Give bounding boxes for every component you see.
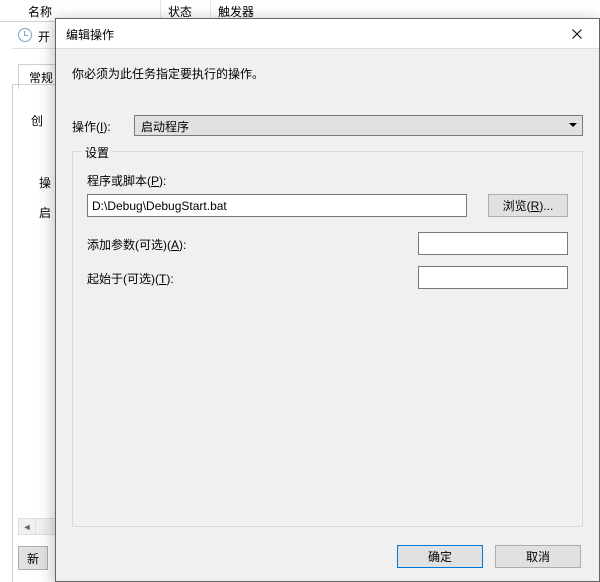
bg-label-create: 创 [31,112,43,129]
cancel-button[interactable]: 取消 [495,545,581,568]
bg-title-text: 开 [38,28,50,45]
scroll-left-icon[interactable]: ◄ [19,519,36,534]
instruction-text: 你必须为此任务指定要执行的操作。 [72,65,264,82]
settings-legend: 设置 [81,144,113,161]
column-name[interactable]: 名称 [28,3,52,20]
dialog-titlebar[interactable]: 编辑操作 [56,19,599,49]
startin-input[interactable] [418,266,568,289]
edit-action-dialog: 编辑操作 你必须为此任务指定要执行的操作。 操作(I): 启动程序 设置 程序或… [55,18,600,582]
action-label: 操作(I): [72,118,111,135]
ok-button[interactable]: 确定 [397,545,483,568]
bg-new-button[interactable]: 新 [18,546,48,570]
program-label: 程序或脚本(P): [87,172,166,189]
browse-button[interactable]: 浏览(R)... [488,194,568,217]
bg-label-op: 操 [39,174,51,191]
startin-label: 起始于(可选)(T): [87,270,174,287]
program-input[interactable] [87,194,467,217]
bg-label-start: 启 [39,204,51,221]
args-input[interactable] [418,232,568,255]
chevron-down-icon [569,123,577,127]
clock-icon [18,28,32,42]
action-combobox[interactable]: 启动程序 [134,115,583,136]
dialog-body: 你必须为此任务指定要执行的操作。 操作(I): 启动程序 设置 程序或脚本(P)… [56,49,599,537]
action-combobox-value: 启动程序 [141,118,189,135]
close-icon [572,29,582,39]
close-button[interactable] [554,19,599,48]
args-label: 添加参数(可选)(A): [87,236,186,253]
dialog-title: 编辑操作 [66,26,114,43]
action-row: 操作(I): 启动程序 [72,115,583,137]
dialog-footer: 确定 取消 [56,537,599,581]
settings-fieldset: 设置 程序或脚本(P): 浏览(R)... 添加参数(可选)(A): 起始于(可… [72,151,583,527]
